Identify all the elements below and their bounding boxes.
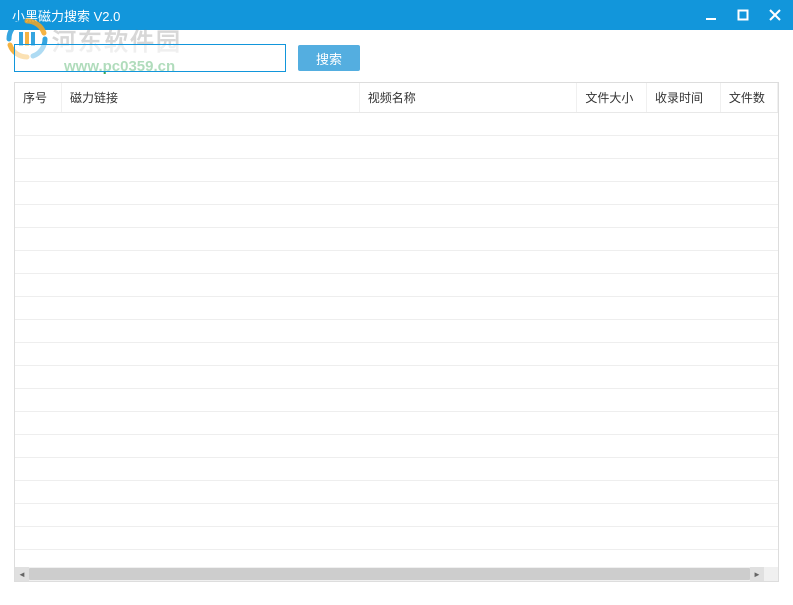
table-row[interactable] bbox=[15, 412, 778, 435]
table-row[interactable] bbox=[15, 205, 778, 228]
scrollbar-corner bbox=[764, 567, 778, 581]
table-row[interactable] bbox=[15, 504, 778, 527]
col-header-count[interactable]: 文件数 bbox=[720, 83, 777, 113]
table-row[interactable] bbox=[15, 159, 778, 182]
toolbar: 搜索 bbox=[0, 30, 793, 82]
window-title: 小黑磁力搜索 V2.0 bbox=[8, 6, 120, 25]
results-table-container: 序号 磁力链接 视频名称 文件大小 收录时间 文件数 ◄ ► bbox=[14, 82, 779, 582]
table-row[interactable] bbox=[15, 320, 778, 343]
scroll-right-arrow-icon[interactable]: ► bbox=[750, 567, 764, 581]
table-row[interactable] bbox=[15, 389, 778, 412]
table-row[interactable] bbox=[15, 458, 778, 481]
col-header-size[interactable]: 文件大小 bbox=[577, 83, 647, 113]
table-row[interactable] bbox=[15, 435, 778, 458]
table-row[interactable] bbox=[15, 136, 778, 159]
table-row[interactable] bbox=[15, 297, 778, 320]
table-row[interactable] bbox=[15, 481, 778, 504]
titlebar: 小黑磁力搜索 V2.0 bbox=[0, 0, 793, 30]
scroll-left-arrow-icon[interactable]: ◄ bbox=[15, 567, 29, 581]
maximize-button[interactable] bbox=[733, 5, 753, 25]
search-button[interactable]: 搜索 bbox=[298, 45, 360, 71]
horizontal-scrollbar[interactable]: ◄ ► bbox=[15, 567, 764, 581]
table-row[interactable] bbox=[15, 113, 778, 136]
table-header-row: 序号 磁力链接 视频名称 文件大小 收录时间 文件数 bbox=[15, 83, 778, 113]
table-row[interactable] bbox=[15, 366, 778, 389]
scroll-thumb[interactable] bbox=[29, 568, 750, 580]
window-controls bbox=[701, 5, 785, 25]
table-row[interactable] bbox=[15, 251, 778, 274]
minimize-button[interactable] bbox=[701, 5, 721, 25]
table-scroll-area[interactable]: 序号 磁力链接 视频名称 文件大小 收录时间 文件数 bbox=[15, 83, 778, 569]
scroll-track[interactable] bbox=[29, 567, 750, 581]
table-row[interactable] bbox=[15, 228, 778, 251]
results-table: 序号 磁力链接 视频名称 文件大小 收录时间 文件数 bbox=[15, 83, 778, 569]
close-button[interactable] bbox=[765, 5, 785, 25]
table-row[interactable] bbox=[15, 527, 778, 550]
table-row[interactable] bbox=[15, 274, 778, 297]
table-row[interactable] bbox=[15, 182, 778, 205]
table-row[interactable] bbox=[15, 343, 778, 366]
col-header-time[interactable]: 收录时间 bbox=[647, 83, 721, 113]
search-input[interactable] bbox=[14, 44, 286, 72]
col-header-link[interactable]: 磁力链接 bbox=[61, 83, 359, 113]
col-header-seq[interactable]: 序号 bbox=[15, 83, 61, 113]
col-header-name[interactable]: 视频名称 bbox=[359, 83, 577, 113]
